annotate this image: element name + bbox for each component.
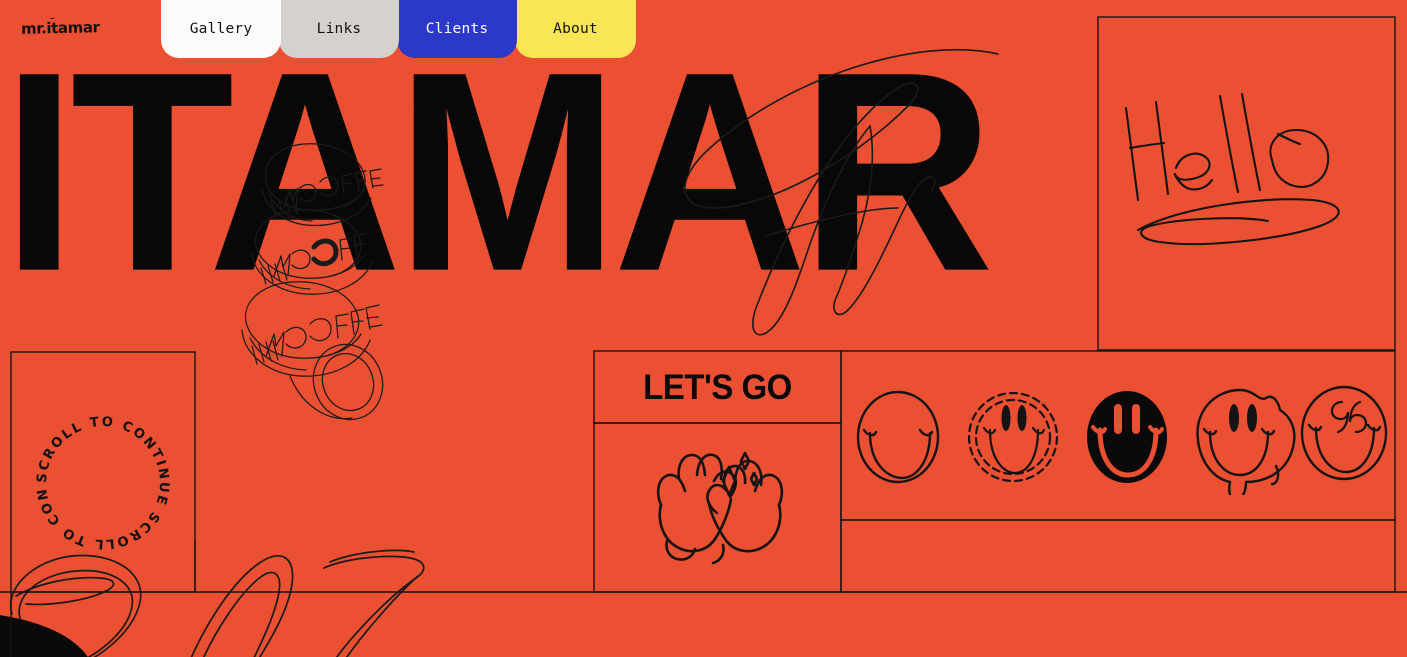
tab-about-label: About [553, 21, 598, 37]
corner-blob-shape [0, 615, 88, 657]
logo-pre: mr. [20, 19, 47, 38]
main-navigation: Gallery Links Clients About [161, 0, 636, 58]
clapping-hands-icon [656, 451, 784, 565]
hero-headline: ITAMAR [2, 12, 994, 331]
smiley-69 [1300, 385, 1388, 481]
smiley-melting [1196, 388, 1296, 495]
smiley-filled [1087, 391, 1167, 483]
hello-handwriting [1124, 92, 1340, 246]
logo[interactable]: mr.itamar [21, 18, 100, 38]
smiley-row [856, 385, 1388, 495]
coffee-cups-illustration [241, 143, 384, 421]
tab-links[interactable]: Links [279, 0, 399, 58]
layout-grid-lines [0, 16, 1407, 657]
smiley-plain [856, 390, 940, 484]
site-header: mr.itamar Gallery Links Clients About [0, 0, 1407, 58]
tab-clients[interactable]: Clients [397, 0, 517, 58]
scroll-badge-label: SCROLL TO CONTINUE SCROLL TO CONTINUE [28, 408, 171, 551]
tab-links-label: Links [316, 21, 362, 37]
logo-dotted-i: i [46, 19, 52, 38]
tab-about[interactable]: About [515, 0, 636, 58]
tab-gallery-label: Gallery [189, 21, 253, 37]
tab-gallery[interactable]: Gallery [161, 0, 281, 58]
logo-post: tamar [50, 18, 100, 38]
signature-flourish [684, 48, 999, 336]
tab-clients-label: Clients [425, 21, 489, 37]
smiley-greek-key [967, 391, 1059, 483]
lets-go-button[interactable]: LET'S GO [594, 351, 841, 423]
scroll-to-continue-badge[interactable]: SCROLL TO CONTINUE SCROLL TO CONTINUE [28, 408, 178, 558]
lets-go-label: LET'S GO [643, 366, 792, 407]
page-root: ITAMAR SCROLL TO CONTINUE SCROLL TO CON … [0, 0, 1407, 657]
